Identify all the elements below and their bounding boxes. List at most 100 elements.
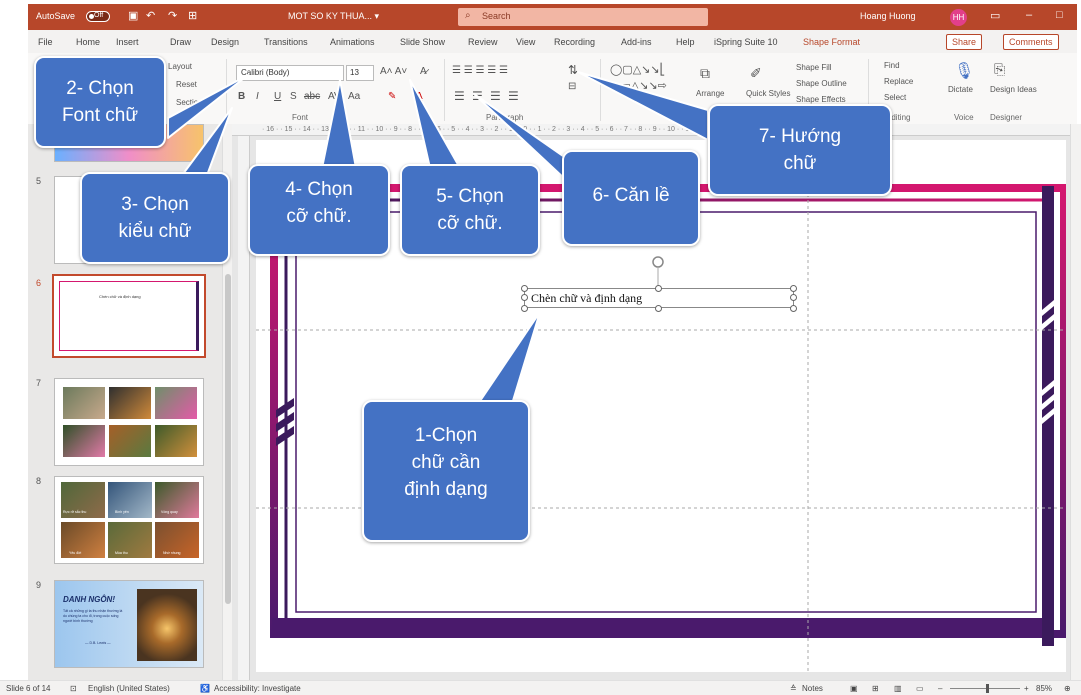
tab-shape-format[interactable]: Shape Format [803,37,860,47]
dictate-button[interactable]: Dictate [948,85,973,94]
strikethrough-icon[interactable]: abc [304,91,320,102]
highlight-icon[interactable]: ✎ [388,91,396,102]
quick-styles-button[interactable]: Quick Styles [746,89,790,98]
italic-icon[interactable]: I [256,91,259,102]
slide-counter: Slide 6 of 14 [6,684,51,693]
shape-fill-button[interactable]: Shape Fill [796,63,832,72]
layout-button[interactable]: Layout [168,62,192,71]
zoom-in-icon[interactable]: + [1024,684,1029,693]
shadow-icon[interactable]: S [290,91,297,102]
slide-sorter-icon[interactable]: ⊞ [872,684,879,693]
design-ideas-button[interactable]: Design Ideas [990,85,1037,94]
callout-text: 4- Chọn [285,179,353,200]
ribbon-display-icon[interactable]: ▭ [990,9,1000,22]
spellcheck-icon[interactable]: ⊡ [70,684,77,693]
tab-recording[interactable]: Recording [554,37,595,47]
avatar[interactable]: HH [950,9,967,26]
shape-outline-button[interactable]: Shape Outline [796,79,847,88]
slideshow-icon[interactable]: ▭ [916,684,924,693]
tab-insert[interactable]: Insert [116,37,139,47]
shapes-gallery-icon[interactable]: ▭▭△↘↘⇨ [610,79,667,92]
vertical-scrollbar[interactable] [1070,124,1081,680]
resize-handle[interactable] [655,305,662,312]
tab-animations[interactable]: Animations [330,37,375,47]
text-direction-icon[interactable]: ⇅ [568,63,578,77]
slide-thumbnail-selected[interactable]: Chèn chữ và định dạng [52,274,206,358]
tab-help[interactable]: Help [676,37,695,47]
underline-icon[interactable]: U [274,91,281,102]
section-button[interactable]: Section [176,98,203,107]
thumbnail-caption: Mùa thu [115,551,128,555]
tab-transitions[interactable]: Transitions [264,37,308,47]
slide-thumbnail[interactable]: DANH NGÔN! Tất cả những gì ta thu nhận t… [54,580,204,668]
justify-icon[interactable]: ☰ [508,89,519,103]
align-text-icon[interactable]: ⊟ [568,81,576,92]
font-size-select[interactable]: 13 [346,65,374,81]
zoom-slider-thumb[interactable] [986,684,989,693]
resize-handle[interactable] [790,294,797,301]
shapes-gallery-icon[interactable]: ◯▢△↘↘⎣ [610,63,665,76]
tab-add-ins[interactable]: Add-ins [621,37,652,47]
redo-icon[interactable]: ↷ [168,9,177,22]
paragraph-group-label: Paragraph [486,113,524,122]
undo-icon[interactable]: ↶ [146,9,155,22]
normal-view-icon[interactable]: ▣ [850,684,858,693]
designer-group-label: Designer [990,113,1023,122]
quick-styles-icon[interactable]: ✐ [750,65,762,82]
reading-view-icon[interactable]: ▥ [894,684,902,693]
zoom-out-icon[interactable]: – [938,684,942,693]
language-indicator[interactable]: English (United States) [88,684,170,693]
grow-font-icon[interactable]: A˄ A˅ [380,66,407,77]
bullets-icon[interactable]: ☰ ☰ ☰ ☰ ☰ [452,65,508,76]
share-button[interactable]: Share [946,34,983,50]
font-name-select[interactable]: Calibri (Body) [236,65,344,81]
search-box[interactable]: ⌕ Search [458,8,708,26]
change-case-icon[interactable]: Aa [348,91,360,102]
resize-handle[interactable] [790,285,797,292]
callout-text: kiểu chữ [118,221,192,242]
align-left-icon[interactable]: ☰ [454,89,465,103]
comments-button[interactable]: Comments [1003,34,1059,50]
zoom-slider-track[interactable] [950,688,1020,689]
tab-review[interactable]: Review [468,37,498,47]
slide-thumbnail[interactable] [54,378,204,466]
select-button[interactable]: Select [884,93,906,102]
resize-handle[interactable] [655,285,662,292]
tab-ispring[interactable]: iSpring Suite 10 [714,37,778,47]
present-icon[interactable]: ⊞ [188,9,197,22]
save-icon[interactable]: ▣ [128,9,138,22]
resize-handle[interactable] [521,294,528,301]
reset-button[interactable]: Reset [176,80,197,89]
microphone-icon[interactable]: 🎙 [954,61,974,81]
design-ideas-icon[interactable]: ⎘ [994,61,1005,78]
tab-design[interactable]: Design [211,37,239,47]
accessibility-status[interactable]: Accessibility: Investigate [214,684,301,693]
clear-format-icon[interactable]: A̷ [420,66,427,77]
replace-button[interactable]: Replace [884,77,913,86]
resize-handle[interactable] [790,305,797,312]
fit-slide-icon[interactable]: ⊕ [1064,684,1071,693]
tab-home[interactable]: Home [76,37,100,47]
arrange-button[interactable]: Arrange [696,89,724,98]
find-button[interactable]: Find [884,61,900,70]
shape-effects-button[interactable]: Shape Effects [796,95,846,104]
bold-icon[interactable]: B [238,91,245,102]
tab-slide-show[interactable]: Slide Show [400,37,445,47]
minimize-icon[interactable]: – [1026,9,1032,21]
document-title[interactable]: MOT SO KY THUA... ▾ [288,11,379,22]
notes-button[interactable]: Notes [802,684,823,693]
align-center-icon[interactable]: ☰ [472,89,483,103]
char-spacing-icon[interactable]: AV [328,91,341,102]
arrange-icon[interactable]: ⧉ [700,65,710,82]
scroll-thumb[interactable] [225,274,231,604]
zoom-level[interactable]: 85% [1036,684,1052,693]
tab-file[interactable]: File [38,37,53,47]
tab-view[interactable]: View [516,37,535,47]
slide-thumbnail[interactable]: Rực rỡ sắc thu Bình yên Vòng quay Yêu đờ… [54,476,204,564]
resize-handle[interactable] [521,285,528,292]
font-color-icon[interactable]: A [416,91,423,102]
align-right-icon[interactable]: ☰ [490,89,501,103]
maximize-icon[interactable]: □ [1056,9,1063,21]
resize-handle[interactable] [521,305,528,312]
tab-draw[interactable]: Draw [170,37,191,47]
